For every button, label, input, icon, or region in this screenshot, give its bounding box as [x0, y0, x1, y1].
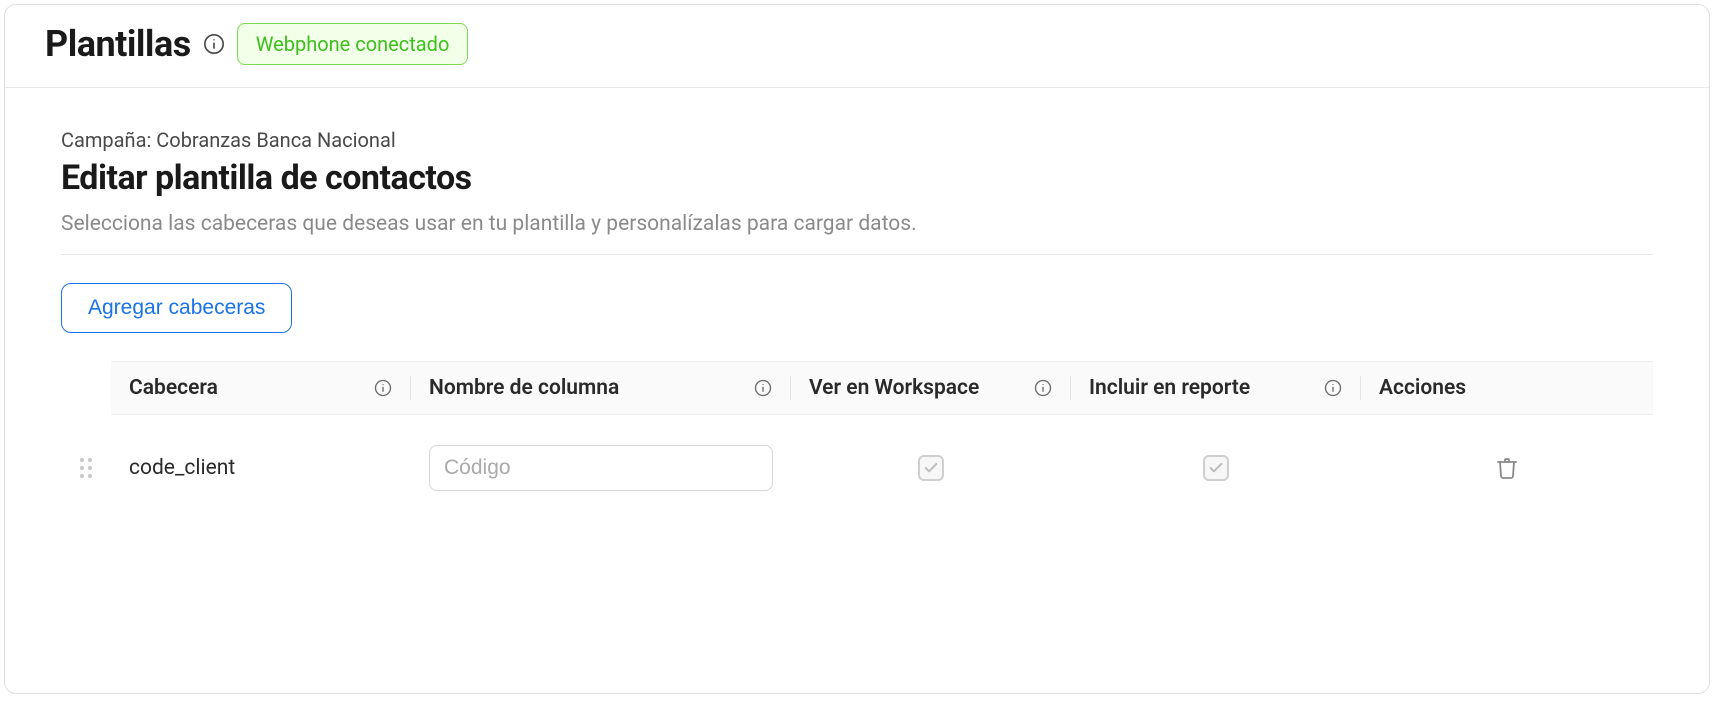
column-header-label: Acciones [1379, 376, 1466, 400]
column-header-label: Ver en Workspace [809, 376, 979, 400]
webphone-status-badge: Webphone conectado [237, 23, 469, 65]
column-header-label: Nombre de columna [429, 376, 619, 400]
info-icon[interactable] [374, 379, 392, 397]
campaign-label: Campaña: Cobranzas Banca Nacional [61, 128, 1653, 152]
reporte-checkbox[interactable] [1203, 455, 1229, 481]
column-header-nombre: Nombre de columna [411, 376, 791, 400]
content-area: Campaña: Cobranzas Banca Nacional Editar… [5, 88, 1709, 561]
divider [61, 254, 1653, 255]
section-subtitle: Selecciona las cabeceras que deseas usar… [61, 212, 1653, 236]
cell-reporte [1071, 455, 1361, 481]
table-header-row: Cabecera Nombre de columna [111, 361, 1653, 415]
headers-table: Cabecera Nombre de columna [61, 361, 1653, 521]
column-header-label: Incluir en reporte [1089, 376, 1250, 400]
column-header-acciones: Acciones [1361, 376, 1653, 400]
column-header-label: Cabecera [129, 376, 218, 400]
column-name-input[interactable] [429, 445, 773, 491]
column-header-cabecera: Cabecera [111, 376, 411, 400]
workspace-checkbox[interactable] [918, 455, 944, 481]
trash-icon [1495, 456, 1519, 480]
cell-cabecera: code_client [111, 456, 411, 480]
page-title: Plantillas [45, 23, 191, 65]
info-icon[interactable] [1034, 379, 1052, 397]
page-container: Plantillas Webphone conectado Campaña: C… [4, 4, 1710, 694]
info-icon[interactable] [203, 33, 225, 55]
section-title: Editar plantilla de contactos [61, 158, 1653, 198]
info-icon[interactable] [1324, 379, 1342, 397]
column-header-workspace: Ver en Workspace [791, 376, 1071, 400]
info-icon[interactable] [754, 379, 772, 397]
delete-row-button[interactable] [1491, 452, 1523, 484]
drag-handle[interactable] [61, 455, 111, 481]
cell-workspace [791, 455, 1071, 481]
add-headers-button[interactable]: Agregar cabeceras [61, 283, 292, 333]
header-bar: Plantillas Webphone conectado [5, 5, 1709, 88]
column-header-reporte: Incluir en reporte [1071, 376, 1361, 400]
cell-acciones [1361, 452, 1653, 484]
cell-nombre [411, 445, 791, 491]
table-row: code_client [61, 415, 1653, 521]
